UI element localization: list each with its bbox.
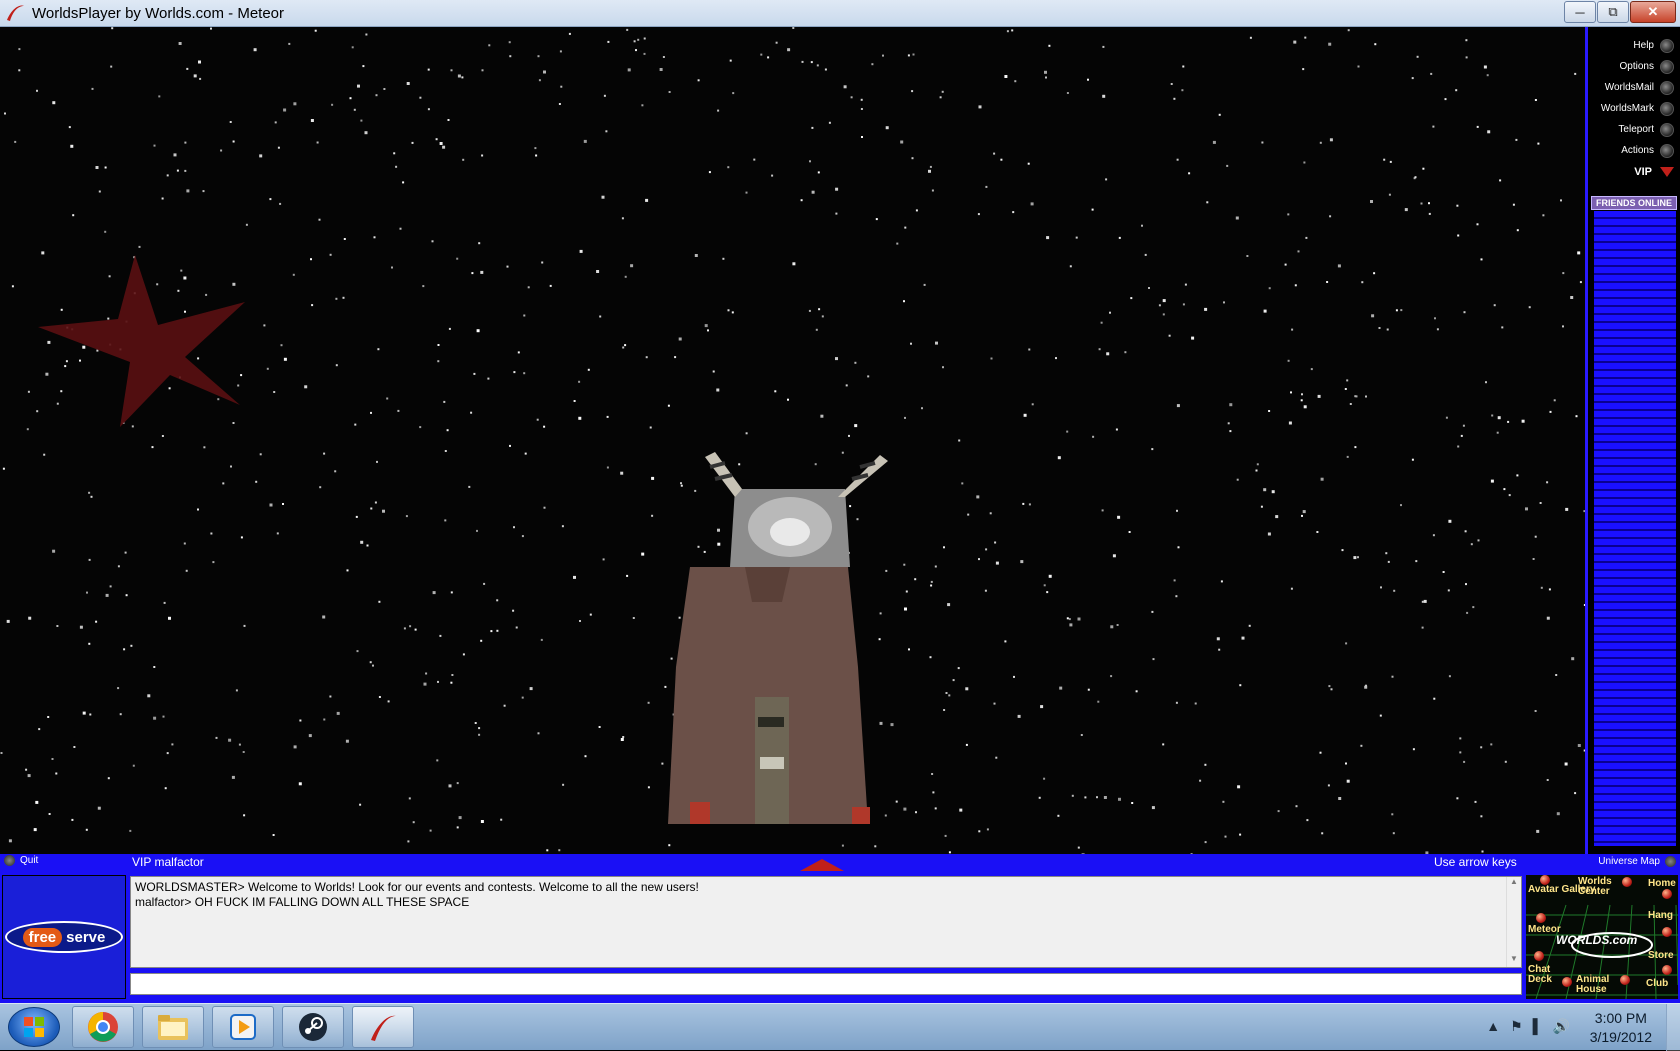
close-button[interactable]: ✕: [1630, 1, 1676, 23]
chat-message: malfactor> OH FUCK IM FALLING DOWN ALL T…: [135, 895, 470, 909]
map-store[interactable]: Store: [1648, 951, 1674, 961]
chat-scrollbar[interactable]: ▲ ▼: [1506, 877, 1521, 967]
ad-serve-text: serve: [66, 928, 106, 946]
worlds-com-logo: WORLDS.com: [1556, 933, 1638, 947]
options-knob-icon: [1660, 59, 1674, 74]
actions-knob-icon: [1660, 143, 1674, 158]
chat-log[interactable]: WORLDSMASTER> Welcome to Worlds! Look fo…: [130, 876, 1522, 968]
nav-worldsmail[interactable]: WorldsMail: [1588, 77, 1680, 98]
help-knob-icon: [1660, 38, 1674, 53]
windows-taskbar: ▲ ⚑ ▌ 🔊 3:00 PM 3/19/2012: [0, 1003, 1680, 1051]
nav-teleport[interactable]: Teleport: [1588, 119, 1680, 140]
vip-label: VIP: [1634, 165, 1652, 178]
universe-map-label: Universe Map: [1598, 856, 1660, 867]
window-titlebar[interactable]: WorldsPlayer by Worlds.com - Meteor ─ ⧉ …: [0, 0, 1680, 27]
system-clock[interactable]: 3:00 PM 3/19/2012: [1590, 1009, 1652, 1047]
nav-help[interactable]: Help: [1588, 35, 1680, 56]
current-user-label: VIP malfactor: [132, 855, 204, 869]
bottom-panel: free serve WORLDSMASTER> Welcome to World…: [0, 871, 1680, 1003]
nav-worldsmark[interactable]: WorldsMark: [1588, 98, 1680, 119]
dropdown-arrow-icon: [1660, 166, 1674, 177]
map-node-icon[interactable]: [1540, 875, 1550, 885]
map-animal-house[interactable]: Animal House: [1576, 975, 1616, 995]
quit-knob-icon: [4, 855, 15, 866]
volume-icon[interactable]: 🔊: [1553, 1018, 1570, 1035]
chat-message: WORLDSMASTER> Welcome to Worlds! Look fo…: [135, 880, 699, 894]
taskbar-steam[interactable]: [282, 1006, 344, 1048]
universe-map-button[interactable]: Universe Map: [1598, 856, 1676, 867]
window-title: WorldsPlayer by Worlds.com - Meteor: [32, 4, 285, 22]
map-chat-deck[interactable]: Chat Deck: [1528, 965, 1556, 985]
map-hang[interactable]: Hang: [1648, 911, 1673, 921]
quit-button[interactable]: Quit: [4, 855, 38, 866]
map-club[interactable]: Club: [1646, 979, 1668, 989]
freeserve-logo: free serve: [5, 921, 123, 953]
freeserve-ad-banner[interactable]: free serve: [2, 875, 126, 999]
show-desktop-button[interactable]: [1666, 1004, 1680, 1051]
red-star-decoration: [38, 255, 245, 427]
worldsplayer-icon: [371, 1015, 396, 1041]
nav-help-label: Help: [1633, 40, 1654, 51]
map-home[interactable]: Home: [1648, 879, 1676, 889]
taskbar-worldsplayer[interactable]: [352, 1006, 414, 1048]
nav-actions[interactable]: Actions: [1588, 140, 1680, 161]
window-controls: ─ ⧉ ✕: [1563, 1, 1676, 23]
map-worlds-center[interactable]: Worlds Center: [1578, 877, 1618, 897]
restore-button[interactable]: ⧉: [1597, 1, 1629, 23]
navigation-hint: Use arrow keys: [1434, 855, 1517, 869]
teleport-knob-icon: [1660, 122, 1674, 137]
taskbar-media-player[interactable]: [212, 1006, 274, 1048]
nav-worldsmark-label: WorldsMark: [1600, 103, 1654, 114]
chat-input[interactable]: [130, 973, 1522, 995]
map-node-icon[interactable]: [1562, 977, 1572, 987]
windows-logo-icon: [24, 1017, 44, 1037]
show-hidden-icons-icon[interactable]: ▲: [1486, 1018, 1500, 1035]
worlds-swoosh-icon: [7, 5, 24, 21]
steam-icon: [299, 1013, 327, 1041]
worldsmark-knob-icon: [1660, 101, 1674, 116]
nav-worldsmail-label: WorldsMail: [1604, 82, 1654, 93]
clock-date: 3/19/2012: [1589, 1029, 1652, 1045]
map-node-icon[interactable]: [1622, 877, 1632, 887]
friends-online-header: FRIENDS ONLINE: [1591, 196, 1677, 210]
nav-options-label: Options: [1619, 61, 1654, 72]
taskbar-explorer[interactable]: [142, 1006, 204, 1048]
nav-teleport-label: Teleport: [1618, 124, 1654, 135]
map-node-icon[interactable]: [1662, 927, 1672, 937]
map-node-icon[interactable]: [1534, 951, 1544, 961]
map-node-icon[interactable]: [1662, 965, 1672, 975]
universe-map-knob-icon: [1665, 856, 1676, 867]
nav-options[interactable]: Options: [1588, 56, 1680, 77]
media-player-icon: [230, 1014, 256, 1040]
map-node-icon[interactable]: [1662, 889, 1672, 899]
scene-objects: [38, 255, 888, 824]
collapse-panel-arrow-icon[interactable]: [800, 859, 844, 871]
friends-online-list[interactable]: [1594, 211, 1676, 846]
worldsmail-knob-icon: [1660, 80, 1674, 95]
system-tray: ▲ ⚑ ▌ 🔊: [1486, 1018, 1570, 1035]
map-node-icon[interactable]: [1620, 975, 1630, 985]
world-viewport[interactable]: [0, 27, 1585, 854]
action-center-flag-icon[interactable]: ⚑: [1510, 1018, 1523, 1035]
minimize-button[interactable]: ─: [1564, 1, 1596, 23]
chrome-icon: [88, 1012, 118, 1042]
start-button[interactable]: [8, 1007, 60, 1047]
taskbar-chrome[interactable]: [72, 1006, 134, 1048]
nav-vip-dropdown[interactable]: VIP: [1588, 161, 1680, 182]
side-nav-panel: Help Options WorldsMail WorldsMark Telep…: [1585, 27, 1680, 854]
quit-label: Quit: [20, 855, 39, 866]
explorer-folder-icon: [158, 1015, 188, 1040]
status-bar: Quit VIP malfactor Use arrow keys Univer…: [0, 854, 1680, 871]
map-node-icon[interactable]: [1536, 913, 1546, 923]
worlds-mini-map[interactable]: Avatar Gallery Worlds Center Home Meteor…: [1526, 875, 1678, 999]
network-signal-icon[interactable]: ▌: [1533, 1018, 1543, 1035]
nav-actions-label: Actions: [1621, 145, 1654, 156]
ad-free-text: free: [22, 927, 63, 947]
avatar: [668, 452, 888, 824]
clock-time: 3:00 PM: [1594, 1010, 1647, 1026]
